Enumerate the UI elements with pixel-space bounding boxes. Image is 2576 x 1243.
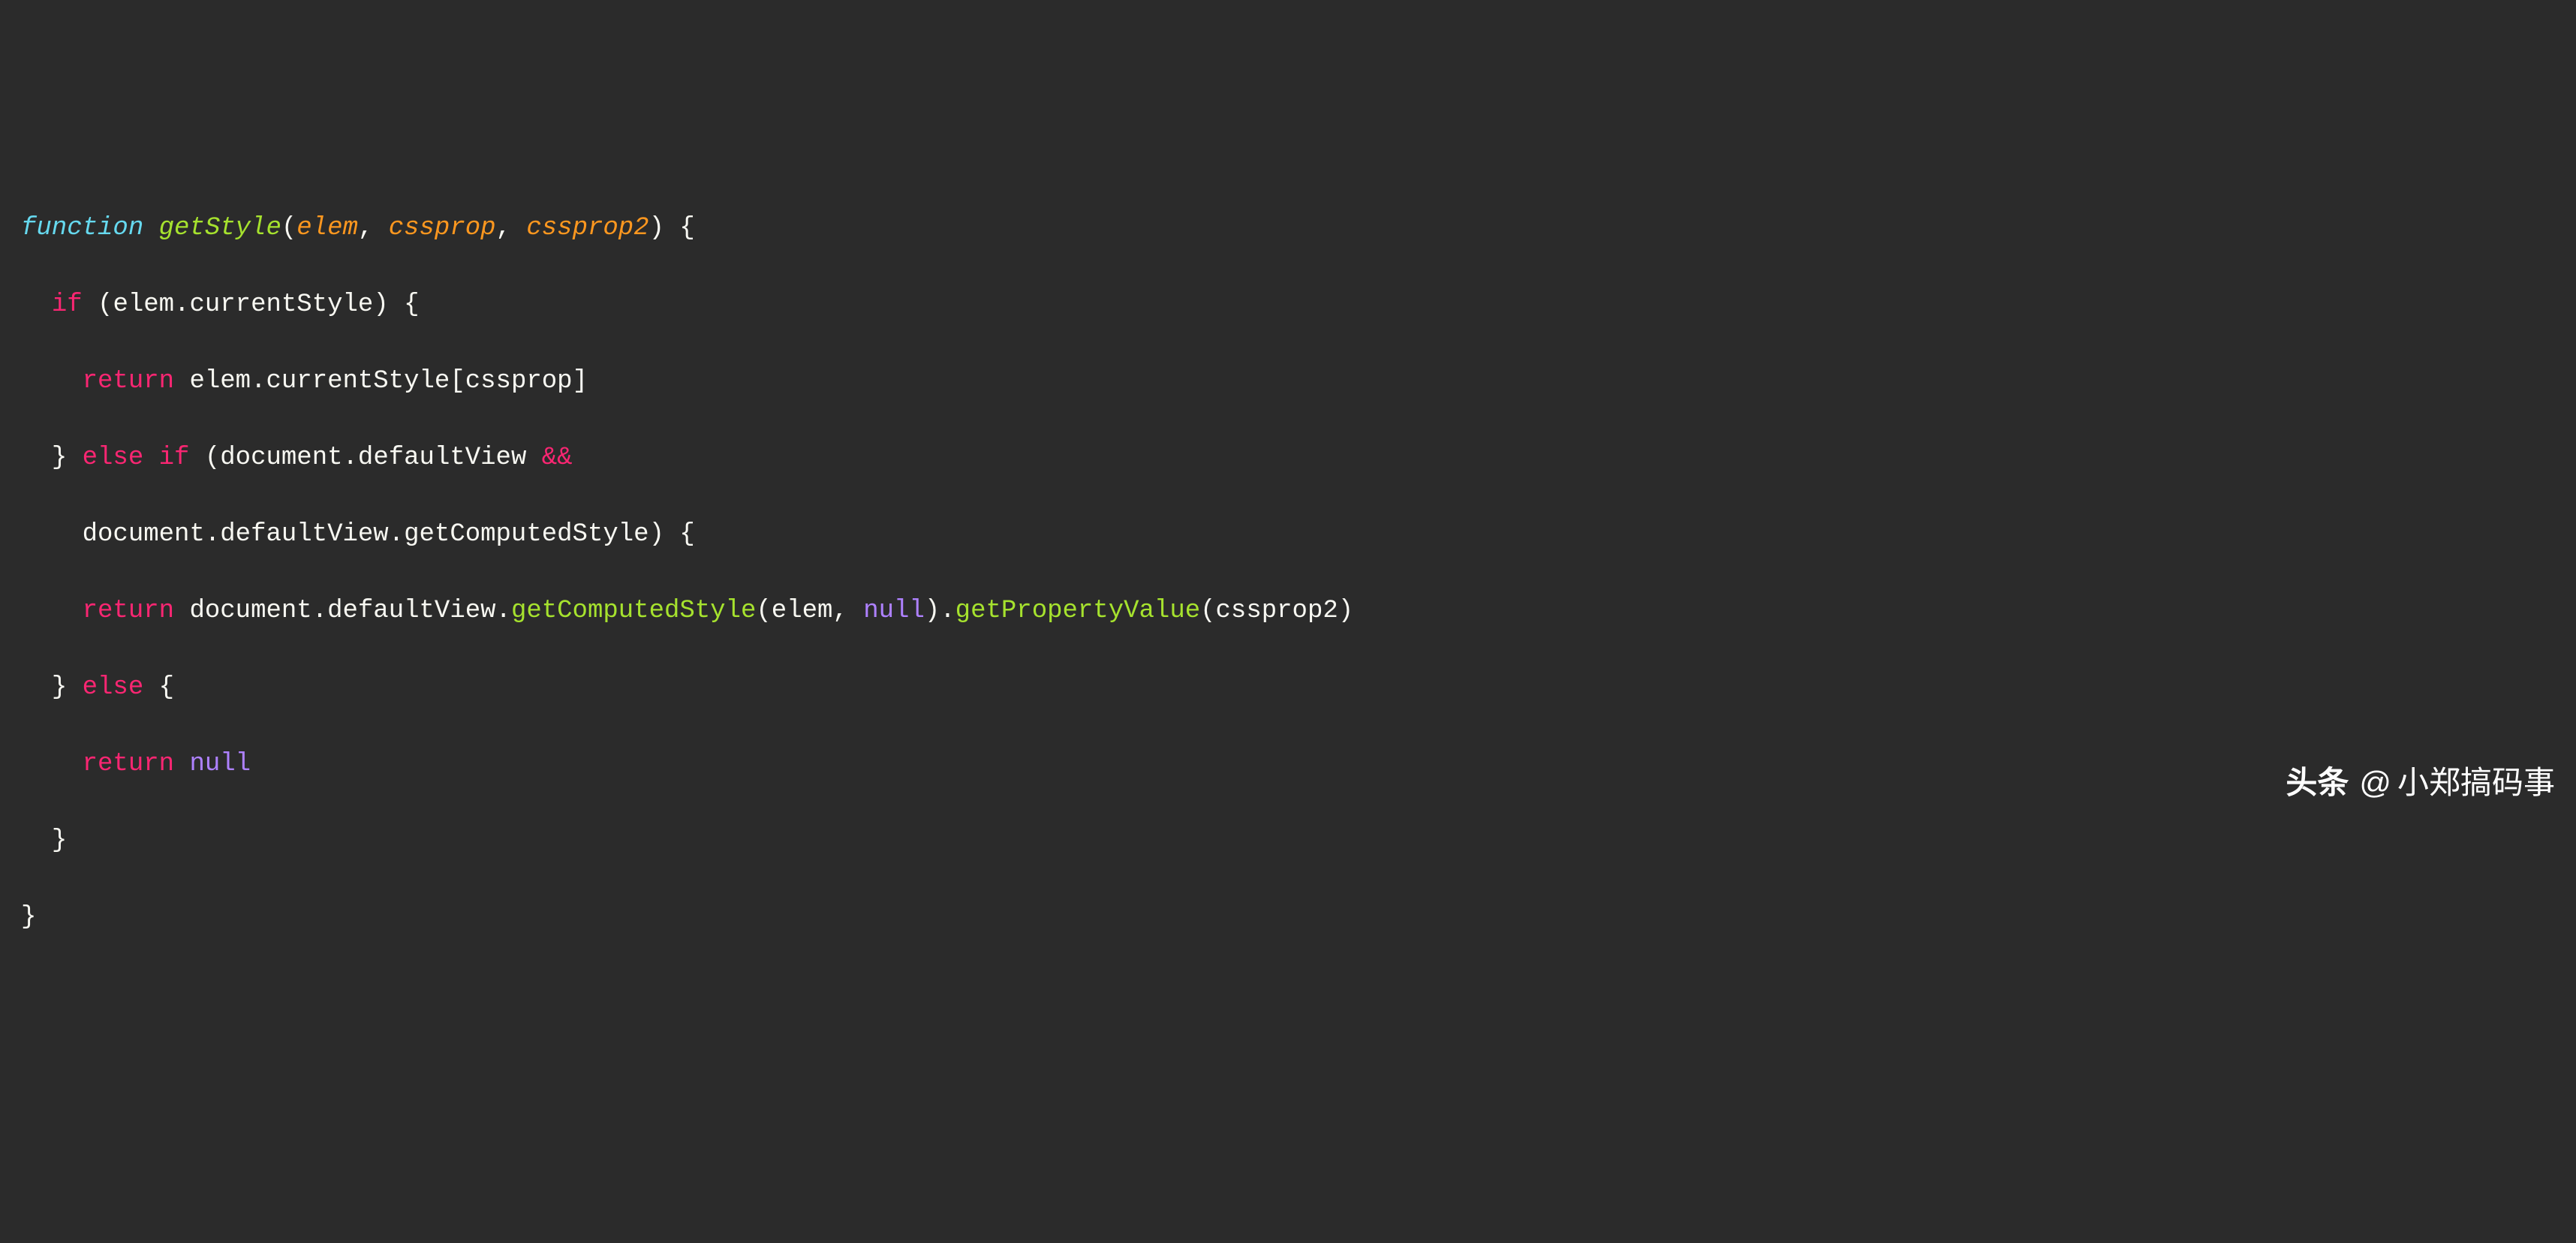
identifier: currentStyle xyxy=(189,290,373,319)
code-line: return document.defaultView.getComputedS… xyxy=(21,592,2555,631)
code-line: } else if (document.defaultView && xyxy=(21,439,2555,477)
code-line: return elem.currentStyle[cssprop] xyxy=(21,363,2555,401)
keyword-return: return xyxy=(83,367,174,396)
keyword-function: function xyxy=(21,214,143,242)
code-line: } xyxy=(21,898,2555,937)
brace-open: { xyxy=(679,214,694,242)
watermark-at: @ xyxy=(2359,759,2391,806)
method-getComputedStyle: getComputedStyle xyxy=(511,597,756,625)
param-elem: elem xyxy=(296,214,358,242)
code-line: } xyxy=(21,822,2555,860)
operator-and: && xyxy=(542,444,573,472)
code-line: function getStyle(elem, cssprop, cssprop… xyxy=(21,209,2555,248)
code-line: if (elem.currentStyle) { xyxy=(21,286,2555,324)
watermark-author: 小郑搞码事 xyxy=(2397,759,2555,806)
code-line: return null xyxy=(21,745,2555,784)
param-cssprop2: cssprop2 xyxy=(526,214,649,242)
watermark-brand: 头条 xyxy=(2286,759,2349,806)
function-name: getStyle xyxy=(159,214,281,242)
param-cssprop: cssprop xyxy=(389,214,496,242)
method-getPropertyValue: getPropertyValue xyxy=(955,597,1200,625)
keyword-else: else xyxy=(83,444,144,472)
keyword-if: if xyxy=(52,290,83,319)
code-line: } else { xyxy=(21,669,2555,707)
watermark: 头条 @小郑搞码事 xyxy=(2286,759,2555,806)
code-editor: function getStyle(elem, cssprop, cssprop… xyxy=(21,171,2555,975)
code-line: document.defaultView.getComputedStyle) { xyxy=(21,516,2555,554)
keyword-null: null xyxy=(863,597,925,625)
identifier: elem xyxy=(113,290,174,319)
paren-open: ( xyxy=(281,214,296,242)
